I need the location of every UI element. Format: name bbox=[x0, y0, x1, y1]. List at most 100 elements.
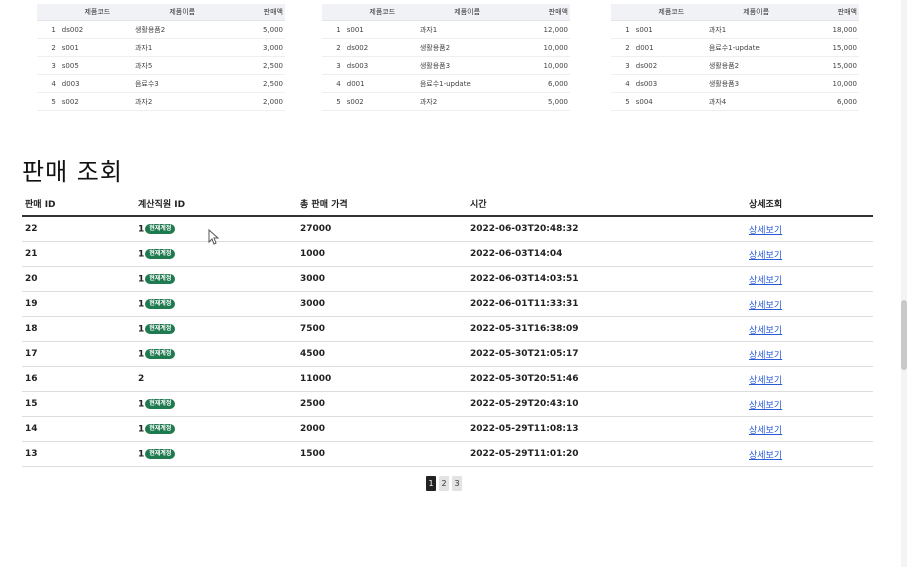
rank-cell: 4 bbox=[322, 74, 345, 93]
code-header: 제품코드 bbox=[633, 4, 708, 21]
sales-amount-cell: 2,500 bbox=[230, 56, 285, 75]
product-name-cell: 음료수1-update bbox=[707, 38, 805, 57]
sale-id-cell: 19 bbox=[22, 291, 135, 317]
page-button[interactable]: 3 bbox=[452, 476, 462, 491]
product-name-cell: 과자4 bbox=[707, 92, 805, 111]
rank-row: 1 ds002 생활용품2 5,000 bbox=[37, 20, 285, 39]
view-detail-link[interactable]: 상세보기 bbox=[749, 301, 782, 311]
sale-row: 22 1 현재계정 27000 2022-06-03T20:48:32 상세보기 bbox=[22, 216, 873, 242]
product-code-cell: d001 bbox=[633, 38, 708, 57]
cashier-id-header: 계산직원 ID bbox=[135, 192, 297, 217]
product-name-cell: 과자1 bbox=[418, 20, 516, 39]
cashier-id-cell: 1 현재계정 bbox=[135, 391, 297, 417]
rank-row: 2 d001 음료수1-update 15,000 bbox=[611, 38, 859, 57]
total-price-cell: 2000 bbox=[297, 416, 467, 442]
cashier-id-value: 1 bbox=[138, 274, 145, 285]
current-account-badge: 현재계정 bbox=[145, 423, 176, 434]
detail-cell: 상세보기 bbox=[746, 241, 873, 267]
sale-row: 14 1 현재계정 2000 2022-05-29T11:08:13 상세보기 bbox=[22, 416, 873, 442]
product-code-cell: d003 bbox=[59, 74, 134, 93]
view-detail-link[interactable]: 상세보기 bbox=[749, 401, 782, 411]
sales-amount-cell: 15,000 bbox=[804, 56, 859, 75]
view-detail-link[interactable]: 상세보기 bbox=[749, 276, 782, 286]
rank-cell: 1 bbox=[611, 20, 634, 39]
mouse-cursor-icon bbox=[208, 229, 219, 245]
cashier-id-cell: 1 현재계정 bbox=[135, 291, 297, 317]
current-account-badge: 현재계정 bbox=[145, 398, 176, 409]
rank-row: 5 s002 과자2 5,000 bbox=[322, 92, 570, 111]
sales-amount-cell: 5,000 bbox=[230, 20, 285, 39]
view-detail-link[interactable]: 상세보기 bbox=[749, 251, 782, 261]
cashier-id-cell: 1 현재계정 bbox=[135, 316, 297, 342]
detail-cell: 상세보기 bbox=[746, 416, 873, 442]
product-code-cell: ds003 bbox=[633, 74, 708, 93]
rank-row: 2 ds002 생활용품2 10,000 bbox=[322, 38, 570, 57]
view-detail-link[interactable]: 상세보기 bbox=[749, 351, 782, 361]
product-name-cell: 생활용품2 bbox=[133, 20, 231, 39]
detail-cell: 상세보기 bbox=[746, 316, 873, 342]
cashier-id-value: 1 bbox=[138, 224, 145, 235]
sales-amount-cell: 12,000 bbox=[515, 20, 570, 39]
view-detail-link[interactable]: 상세보기 bbox=[749, 226, 782, 236]
current-account-badge: 현재계정 bbox=[145, 298, 176, 309]
total-price-header: 총 판매 가격 bbox=[297, 192, 467, 217]
total-price-cell: 11000 bbox=[297, 366, 467, 392]
product-code-cell: ds003 bbox=[344, 56, 419, 75]
page-button[interactable]: 1 bbox=[426, 476, 436, 491]
sales-rank-table-1: 제품코드 제품이름 판매액 1 ds002 생활용품2 5,000 2 s001 과자1 3,… bbox=[37, 4, 285, 111]
product-code-cell: s001 bbox=[344, 20, 419, 39]
rank-cell: 2 bbox=[322, 38, 345, 57]
product-name-cell: 생활용품3 bbox=[418, 56, 516, 75]
rank-row: 5 s004 과자4 6,000 bbox=[611, 92, 859, 111]
current-account-badge: 현재계정 bbox=[145, 248, 176, 259]
view-detail-link[interactable]: 상세보기 bbox=[749, 451, 782, 461]
sale-time-cell: 2022-05-29T11:01:20 bbox=[467, 441, 746, 467]
total-price-cell: 3000 bbox=[297, 291, 467, 317]
rank-header bbox=[322, 4, 345, 21]
cashier-id-cell: 1 현재계정 bbox=[135, 341, 297, 367]
product-name-cell: 음료수1-update bbox=[418, 74, 516, 93]
product-name-cell: 음료수3 bbox=[133, 74, 231, 93]
view-detail-link[interactable]: 상세보기 bbox=[749, 376, 782, 386]
sale-id-cell: 22 bbox=[22, 216, 135, 242]
view-detail-link[interactable]: 상세보기 bbox=[749, 326, 782, 336]
detail-header: 상세조회 bbox=[746, 192, 873, 217]
rank-row: 4 ds003 생활용품3 10,000 bbox=[611, 74, 859, 93]
sale-id-cell: 18 bbox=[22, 316, 135, 342]
rank-row: 3 s005 과자5 2,500 bbox=[37, 56, 285, 75]
product-code-cell: s001 bbox=[633, 20, 708, 39]
sale-id-cell: 14 bbox=[22, 416, 135, 442]
name-header: 제품이름 bbox=[418, 4, 516, 21]
product-code-cell: s002 bbox=[344, 92, 419, 111]
amount-header: 판매액 bbox=[804, 4, 859, 21]
product-name-cell: 과자2 bbox=[133, 92, 231, 111]
total-price-cell: 27000 bbox=[297, 216, 467, 242]
rank-row: 1 s001 과자1 18,000 bbox=[611, 20, 859, 39]
product-name-cell: 과자1 bbox=[133, 38, 231, 57]
page-title: 판매 조회 bbox=[22, 158, 123, 186]
detail-cell: 상세보기 bbox=[746, 341, 873, 367]
total-price-cell: 2500 bbox=[297, 391, 467, 417]
scrollbar-thumb[interactable] bbox=[901, 300, 907, 370]
page-button[interactable]: 2 bbox=[439, 476, 449, 491]
view-detail-link[interactable]: 상세보기 bbox=[749, 426, 782, 436]
cashier-id-cell: 1 현재계정 bbox=[135, 441, 297, 467]
rank-cell: 5 bbox=[611, 92, 634, 111]
sale-time-cell: 2022-05-30T20:51:46 bbox=[467, 366, 746, 392]
total-price-cell: 3000 bbox=[297, 266, 467, 292]
rank-row: 5 s002 과자2 2,000 bbox=[37, 92, 285, 111]
sales-amount-cell: 6,000 bbox=[804, 92, 859, 111]
product-name-cell: 과자1 bbox=[707, 20, 805, 39]
product-code-cell: d001 bbox=[344, 74, 419, 93]
sale-row: 17 1 현재계정 4500 2022-05-30T21:05:17 상세보기 bbox=[22, 341, 873, 367]
sales-amount-cell: 2,000 bbox=[230, 92, 285, 111]
pagination: 123 bbox=[426, 476, 462, 491]
detail-cell: 상세보기 bbox=[746, 266, 873, 292]
sales-amount-cell: 18,000 bbox=[804, 20, 859, 39]
rank-cell: 1 bbox=[37, 20, 60, 39]
sales-amount-cell: 10,000 bbox=[515, 56, 570, 75]
sale-time-cell: 2022-06-01T11:33:31 bbox=[467, 291, 746, 317]
scrollbar-track[interactable] bbox=[901, 0, 907, 567]
cashier-id-value: 1 bbox=[138, 449, 145, 460]
amount-header: 판매액 bbox=[515, 4, 570, 21]
